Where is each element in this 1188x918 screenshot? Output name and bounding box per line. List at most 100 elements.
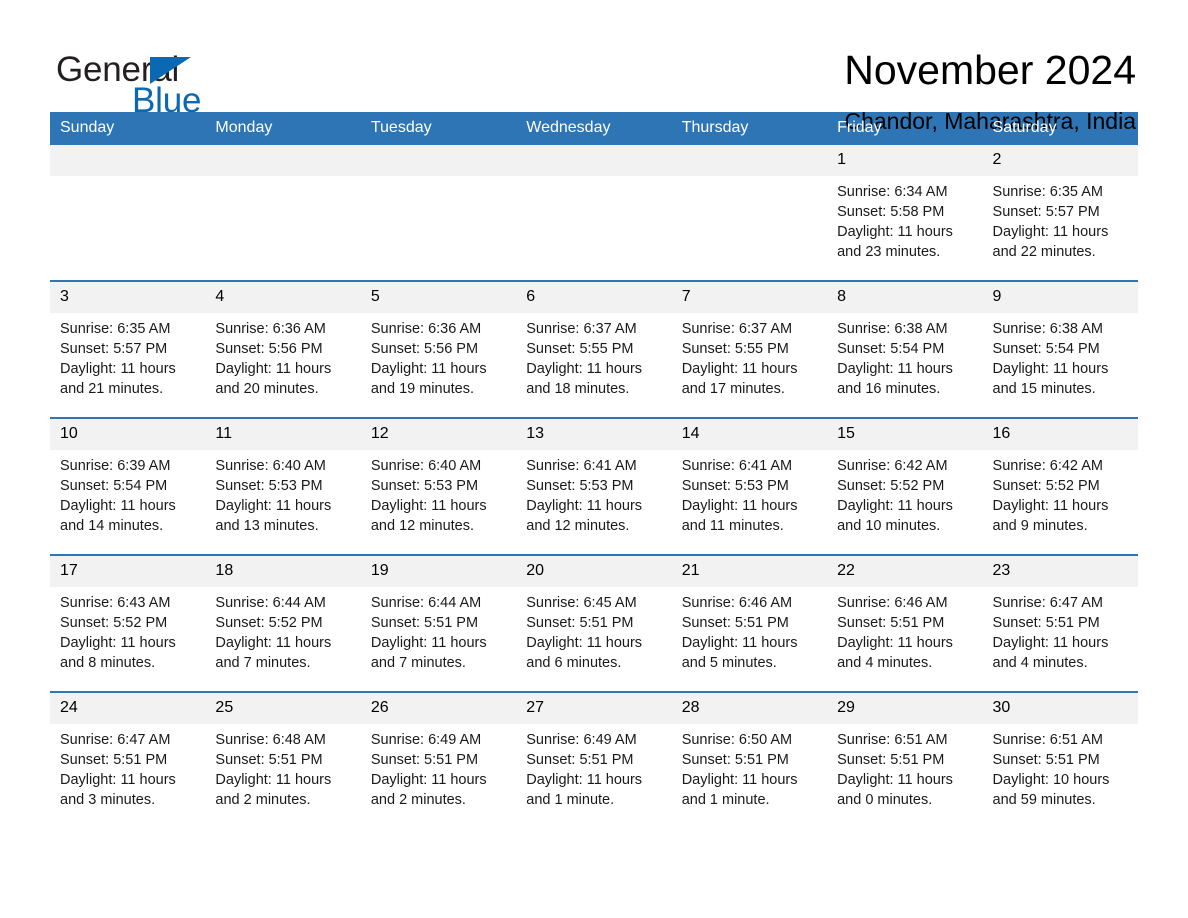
day-number: 9 [982, 282, 1138, 313]
day-number: 21 [671, 556, 828, 587]
day-number: 1 [827, 145, 983, 176]
day-details: Sunrise: 6:37 AM Sunset: 5:55 PM Daylight:… [516, 313, 671, 399]
calendar-week-row: 24 Sunrise: 6:47 AM Sunset: 5:51 PM Dayligh… [50, 692, 1138, 828]
calendar-day-cell[interactable]: 12 Sunrise: 6:40 AM Sunset: 5:53 PM Dayligh… [360, 418, 517, 555]
day-number: 15 [827, 419, 983, 450]
calendar-day-cell[interactable]: 4 Sunrise: 6:36 AM Sunset: 5:56 PM Daylight… [205, 281, 361, 418]
sunrise-text: Sunrise: 6:50 AM [681, 732, 793, 748]
day-details: Sunrise: 6:50 AM Sunset: 5:51 PM Daylight:… [672, 724, 827, 810]
day-cell-inner: 13 Sunrise: 6:41 AM Sunset: 5:53 PM Dayligh… [516, 419, 672, 554]
calendar-day-cell[interactable]: 8 Sunrise: 6:38 AM Sunset: 5:54 PM Daylight… [827, 281, 983, 418]
calendar-day-cell[interactable]: 20 Sunrise: 6:45 AM Sunset: 5:51 PM Dayligh… [516, 555, 672, 692]
calendar-day-cell[interactable]: 13 Sunrise: 6:41 AM Sunset: 5:53 PM Dayligh… [516, 418, 672, 555]
calendar-day-cell[interactable]: 24 Sunrise: 6:47 AM Sunset: 5:51 PM Dayligh… [50, 692, 206, 828]
daylight-text: Daylight: 11 hours and 13 minutes. [215, 498, 332, 534]
calendar-day-cell[interactable]: 14 Sunrise: 6:41 AM Sunset: 5:53 PM Dayligh… [671, 418, 828, 555]
day-number: 10 [50, 419, 206, 450]
day-details: Sunrise: 6:34 AM Sunset: 5:58 PM Daylight:… [827, 176, 982, 262]
calendar-day-cell[interactable]: 1 Sunrise: 6:34 AM Sunset: 5:58 PM Daylight… [827, 145, 983, 281]
day-number: 19 [360, 556, 517, 587]
day-details: Sunrise: 6:42 AM Sunset: 5:52 PM Daylight:… [983, 450, 1138, 536]
calendar-day-cell[interactable]: 25 Sunrise: 6:48 AM Sunset: 5:51 PM Dayligh… [205, 692, 361, 828]
calendar-day-cell[interactable]: 17 Sunrise: 6:43 AM Sunset: 5:52 PM Dayligh… [50, 555, 206, 692]
calendar-day-cell[interactable]: 29 Sunrise: 6:51 AM Sunset: 5:51 PM Dayligh… [827, 692, 983, 828]
calendar-day-cell[interactable]: 28 Sunrise: 6:50 AM Sunset: 5:51 PM Dayligh… [671, 692, 828, 828]
calendar-day-cell[interactable]: 30 Sunrise: 6:51 AM Sunset: 5:51 PM Dayligh… [982, 692, 1138, 828]
sunrise-text: Sunrise: 6:51 AM [992, 732, 1103, 748]
day-number [516, 145, 672, 176]
sunset-text: Sunset: 5:54 PM [837, 341, 945, 357]
day-number [360, 145, 517, 176]
sunset-text: Sunset: 5:53 PM [370, 478, 479, 494]
sunset-text: Sunset: 5:53 PM [215, 478, 323, 494]
sunrise-text: Sunrise: 6:45 AM [526, 595, 637, 611]
day-details: Sunrise: 6:43 AM Sunset: 5:52 PM Daylight:… [50, 587, 205, 673]
sunrise-text: Sunrise: 6:35 AM [60, 321, 171, 337]
calendar-day-cell[interactable]: 21 Sunrise: 6:46 AM Sunset: 5:51 PM Dayligh… [671, 555, 828, 692]
calendar-day-cell[interactable]: 10 Sunrise: 6:39 AM Sunset: 5:54 PM Dayligh… [50, 418, 206, 555]
calendar-cell-empty [516, 145, 672, 281]
day-cell-inner: 15 Sunrise: 6:42 AM Sunset: 5:52 PM Dayligh… [827, 419, 983, 554]
sunset-text: Sunset: 5:51 PM [681, 752, 789, 768]
day-number: 22 [827, 556, 983, 587]
day-details: Sunrise: 6:38 AM Sunset: 5:54 PM Daylight:… [983, 313, 1138, 399]
calendar-day-cell[interactable]: 9 Sunrise: 6:38 AM Sunset: 5:54 PM Daylight… [982, 281, 1138, 418]
brand-logo[interactable]: General Blue [56, 46, 256, 118]
daylight-text: Daylight: 11 hours and 4 minutes. [837, 635, 953, 671]
calendar-day-cell[interactable]: 22 Sunrise: 6:46 AM Sunset: 5:51 PM Dayligh… [827, 555, 983, 692]
sunrise-text: Sunrise: 6:40 AM [215, 458, 326, 474]
calendar-body: 1 Sunrise: 6:34 AM Sunset: 5:58 PM Daylight… [50, 145, 1138, 828]
day-details: Sunrise: 6:39 AM Sunset: 5:54 PM Daylight:… [50, 450, 205, 536]
day-details: Sunrise: 6:51 AM Sunset: 5:51 PM Daylight:… [827, 724, 982, 810]
sunset-text: Sunset: 5:51 PM [526, 752, 634, 768]
day-details: Sunrise: 6:45 AM Sunset: 5:51 PM Daylight:… [516, 587, 671, 673]
calendar-day-cell[interactable]: 23 Sunrise: 6:47 AM Sunset: 5:51 PM Dayligh… [982, 555, 1138, 692]
calendar-day-cell[interactable]: 3 Sunrise: 6:35 AM Sunset: 5:57 PM Daylight… [50, 281, 206, 418]
calendar-day-cell[interactable]: 15 Sunrise: 6:42 AM Sunset: 5:52 PM Dayligh… [827, 418, 983, 555]
day-cell-inner: 22 Sunrise: 6:46 AM Sunset: 5:51 PM Dayligh… [827, 556, 983, 691]
day-details: Sunrise: 6:51 AM Sunset: 5:51 PM Daylight:… [983, 724, 1138, 810]
daylight-text: Daylight: 11 hours and 11 minutes. [681, 498, 798, 534]
day-cell-inner: 7 Sunrise: 6:37 AM Sunset: 5:55 PM Daylight… [671, 282, 828, 417]
sunset-text: Sunset: 5:52 PM [837, 478, 945, 494]
day-cell-inner: 25 Sunrise: 6:48 AM Sunset: 5:51 PM Dayligh… [205, 693, 361, 828]
sunrise-text: Sunrise: 6:38 AM [992, 321, 1103, 337]
daylight-text: Daylight: 11 hours and 16 minutes. [837, 361, 953, 397]
daylight-text: Daylight: 11 hours and 0 minutes. [837, 772, 953, 808]
day-cell-inner: 11 Sunrise: 6:40 AM Sunset: 5:53 PM Dayligh… [205, 419, 361, 554]
sunset-text: Sunset: 5:54 PM [60, 478, 168, 494]
day-cell-inner [50, 145, 206, 280]
calendar-day-cell[interactable]: 2 Sunrise: 6:35 AM Sunset: 5:57 PM Daylight… [982, 145, 1138, 281]
calendar-page: General Blue November 2024 Chandor, Maha… [0, 0, 1188, 918]
calendar-table: Sunday Monday Tuesday Wednesday Thursday… [50, 112, 1138, 828]
calendar-day-cell[interactable]: 18 Sunrise: 6:44 AM Sunset: 5:52 PM Dayligh… [205, 555, 361, 692]
daylight-text: Daylight: 11 hours and 10 minutes. [837, 498, 953, 534]
daylight-text: Daylight: 11 hours and 9 minutes. [992, 498, 1109, 534]
weekday-header-tuesday: Tuesday [360, 112, 517, 145]
daylight-text: Daylight: 11 hours and 5 minutes. [681, 635, 798, 671]
sunset-text: Sunset: 5:51 PM [837, 615, 945, 631]
day-number [671, 145, 828, 176]
day-details: Sunrise: 6:35 AM Sunset: 5:57 PM Daylight:… [50, 313, 205, 399]
day-cell-inner: 8 Sunrise: 6:38 AM Sunset: 5:54 PM Daylight… [827, 282, 983, 417]
calendar-day-cell[interactable]: 26 Sunrise: 6:49 AM Sunset: 5:51 PM Dayligh… [360, 692, 517, 828]
calendar-day-cell[interactable]: 16 Sunrise: 6:42 AM Sunset: 5:52 PM Dayligh… [982, 418, 1138, 555]
calendar-day-cell[interactable]: 7 Sunrise: 6:37 AM Sunset: 5:55 PM Daylight… [671, 281, 828, 418]
day-details: Sunrise: 6:40 AM Sunset: 5:53 PM Daylight:… [205, 450, 360, 536]
calendar-day-cell[interactable]: 6 Sunrise: 6:37 AM Sunset: 5:55 PM Daylight… [516, 281, 672, 418]
page-header: General Blue November 2024 Chandor, Maha… [0, 0, 1188, 134]
calendar-day-cell[interactable]: 27 Sunrise: 6:49 AM Sunset: 5:51 PM Dayligh… [516, 692, 672, 828]
calendar-day-cell[interactable]: 11 Sunrise: 6:40 AM Sunset: 5:53 PM Dayligh… [205, 418, 361, 555]
day-number: 5 [360, 282, 517, 313]
day-cell-inner: 29 Sunrise: 6:51 AM Sunset: 5:51 PM Dayligh… [827, 693, 983, 828]
daylight-text: Daylight: 11 hours and 6 minutes. [526, 635, 643, 671]
day-details: Sunrise: 6:44 AM Sunset: 5:52 PM Daylight:… [205, 587, 360, 673]
calendar-day-cell[interactable]: 5 Sunrise: 6:36 AM Sunset: 5:56 PM Daylight… [360, 281, 517, 418]
brand-name-blue: Blue [132, 81, 202, 120]
day-number: 2 [982, 145, 1138, 176]
calendar-day-cell[interactable]: 19 Sunrise: 6:44 AM Sunset: 5:51 PM Dayligh… [360, 555, 517, 692]
day-details: Sunrise: 6:38 AM Sunset: 5:54 PM Daylight:… [827, 313, 982, 399]
sunset-text: Sunset: 5:57 PM [60, 341, 168, 357]
day-details: Sunrise: 6:44 AM Sunset: 5:51 PM Daylight:… [361, 587, 516, 673]
daylight-text: Daylight: 11 hours and 1 minute. [681, 772, 798, 808]
